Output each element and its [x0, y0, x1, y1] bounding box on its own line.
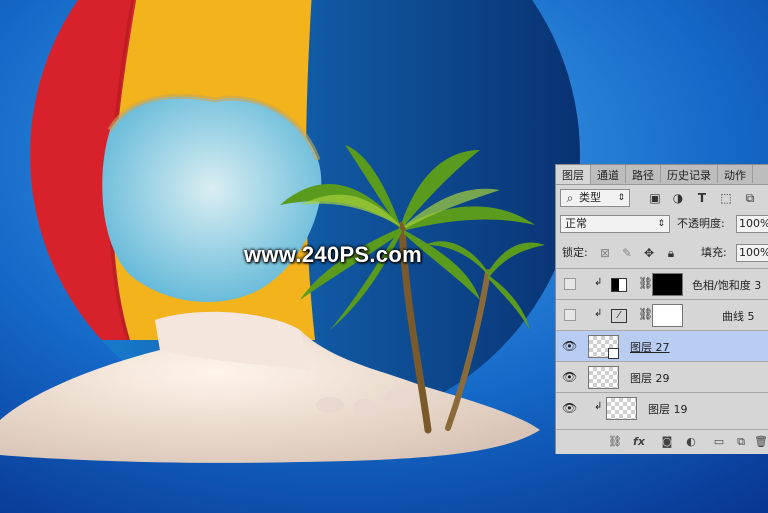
layer-name: 图层 27: [630, 341, 670, 354]
visibility-toggle[interactable]: [564, 278, 576, 290]
layer-row-selected[interactable]: 👁︎ 图层 27: [556, 330, 768, 361]
visibility-toggle[interactable]: [564, 309, 576, 321]
chevron-updown-icon: ⇕: [657, 219, 665, 229]
lock-all-icon[interactable]: 🔒︎: [664, 246, 678, 260]
fill-value: 100%: [739, 246, 768, 259]
shape-filter-icon[interactable]: ⬚: [719, 191, 733, 205]
layer-name: 曲线 5: [722, 310, 755, 323]
layer-filter-select[interactable]: ⌕ 类型 ⇕: [560, 189, 630, 207]
layers-panel: 图层 通道 路径 历史记录 动作 ⌕ 类型 ⇕ ▣ ◑ T ⬚ ⧉ 正常 ⇕ 不…: [555, 164, 768, 454]
lock-position-icon[interactable]: ✥: [642, 246, 656, 260]
smart-object-badge-icon: [608, 348, 619, 359]
opacity-value: 100%: [739, 217, 768, 230]
blend-mode-value: 正常: [565, 217, 587, 230]
blend-mode-select[interactable]: 正常 ⇕: [560, 215, 670, 233]
layer-row[interactable]: ↲ ⛓ 色相/饱和度 3: [556, 268, 768, 299]
watermark-text: www.240PS.com: [244, 242, 422, 267]
adjustment-filter-icon[interactable]: ◑: [671, 191, 685, 205]
tab-actions[interactable]: 动作: [718, 165, 753, 183]
layer-mask-thumbnail: [652, 304, 683, 327]
lock-brush-icon[interactable]: ✎: [620, 246, 634, 260]
clip-arrow-icon: ↲: [594, 308, 603, 319]
layer-row[interactable]: ↲ ⁄ ⛓ 曲线 5: [556, 299, 768, 330]
new-layer-icon[interactable]: ⧉: [734, 435, 748, 449]
tab-layers[interactable]: 图层: [556, 165, 591, 184]
search-icon: ⌕: [566, 191, 574, 205]
link-icon: ⛓: [638, 276, 654, 290]
opacity-input[interactable]: 100%: [736, 215, 768, 233]
lock-transparent-icon[interactable]: ⊠: [598, 246, 612, 260]
layer-row[interactable]: 👁︎ 图层 29: [556, 361, 768, 392]
new-group-icon[interactable]: ▭: [712, 435, 726, 449]
opacity-label: 不透明度:: [677, 217, 725, 230]
tab-channels[interactable]: 通道: [591, 165, 626, 183]
type-filter-icon[interactable]: T: [695, 191, 709, 205]
lock-label: 锁定:: [562, 246, 588, 259]
layer-name: 图层 19: [648, 403, 688, 416]
tab-paths[interactable]: 路径: [626, 165, 661, 183]
fx-icon[interactable]: fx: [632, 435, 646, 449]
curves-icon: ⁄: [611, 309, 627, 323]
hue-saturation-icon: [611, 278, 627, 292]
clip-arrow-icon: ↲: [594, 277, 603, 288]
chevron-updown-icon: ⇕: [617, 193, 625, 203]
link-icon: ⛓: [638, 307, 654, 321]
panel-tabs: 图层 通道 路径 历史记录 动作: [556, 165, 768, 185]
tab-history[interactable]: 历史记录: [661, 165, 718, 183]
layer-row[interactable]: 👁︎ ↲ 图层 19: [556, 392, 768, 429]
layer-mask-thumbnail: [652, 273, 683, 296]
layer-name: 图层 29: [630, 372, 670, 385]
layer-thumbnail: [588, 366, 619, 389]
layer-thumbnail: [606, 397, 637, 420]
panel-bottom-toolbar: ⛓ fx ◙ ◐ ▭ ⧉ 🗑︎: [556, 429, 768, 456]
add-mask-icon[interactable]: ◙: [660, 435, 674, 449]
delete-layer-icon[interactable]: 🗑︎: [754, 435, 768, 449]
eye-icon[interactable]: 👁︎: [562, 370, 577, 384]
image-filter-icon[interactable]: ▣: [648, 191, 662, 205]
fill-input[interactable]: 100%: [736, 244, 768, 262]
eye-icon[interactable]: 👁︎: [562, 401, 577, 415]
eye-icon[interactable]: 👁︎: [562, 339, 577, 353]
layer-name: 色相/饱和度 3: [692, 279, 762, 292]
smart-object-filter-icon[interactable]: ⧉: [743, 191, 757, 205]
fill-label: 填充:: [701, 246, 727, 259]
new-adjustment-icon[interactable]: ◐: [684, 435, 698, 449]
link-layers-icon[interactable]: ⛓: [608, 435, 622, 449]
layer-filter-label: 类型: [579, 191, 601, 204]
clip-arrow-icon: ↲: [594, 401, 603, 412]
